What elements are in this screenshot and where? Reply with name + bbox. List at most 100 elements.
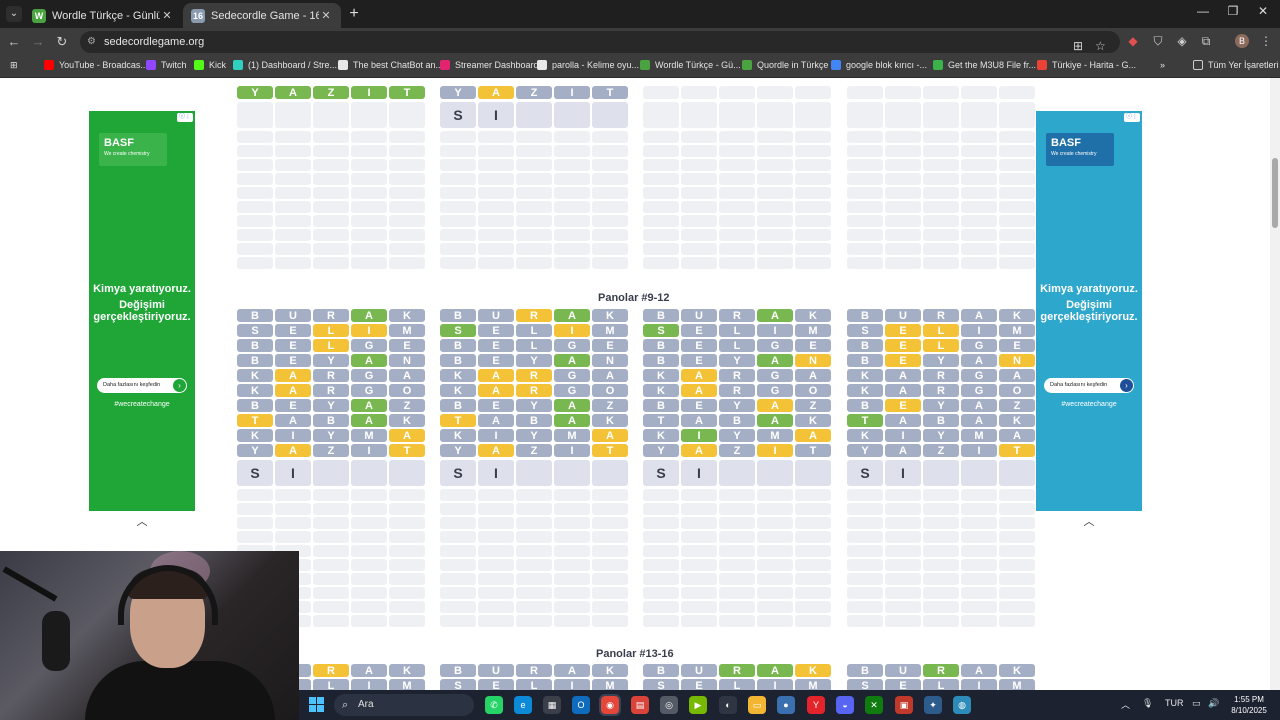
file-explorer-icon[interactable]: ▭ (748, 696, 766, 714)
microphone-icon[interactable]: 🎙 (1142, 698, 1153, 709)
tab-search-button[interactable]: ⌄ (6, 6, 22, 22)
input-tile[interactable] (592, 460, 628, 486)
input-tile[interactable] (757, 460, 793, 486)
diamond-extension-icon[interactable]: ◈ (1174, 34, 1190, 48)
reload-icon[interactable]: ↻ (54, 34, 70, 50)
app-icon-blue[interactable]: ● (777, 696, 795, 714)
extension-icon[interactable]: ◆ (1125, 34, 1141, 48)
close-tab-icon[interactable]: ✕ (319, 9, 333, 22)
ad-info-icon[interactable]: ⓘ⋮ (177, 113, 193, 122)
tab-2[interactable]: 16 Sedecordle Game - 16 Words W✕ (183, 3, 341, 28)
xbox-icon[interactable]: ✕ (865, 696, 883, 714)
input-tile[interactable] (554, 102, 590, 128)
store-icon[interactable]: ▦ (543, 696, 561, 714)
app-icon-gear[interactable]: ✦ (924, 696, 942, 714)
all-bookmarks[interactable]: Tüm Yer İşaretleri (1193, 60, 1279, 70)
bookmark-item[interactable]: (1) Dashboard / Stre... (233, 60, 337, 70)
input-tile[interactable] (313, 460, 349, 486)
taskbar-clock[interactable]: 1:55 PM 8/10/2025 (1224, 694, 1274, 716)
tray-chevron-icon[interactable]: ︿ (1121, 698, 1130, 711)
whatsapp-icon[interactable]: ✆ (485, 696, 503, 714)
display-icon[interactable]: ▭ (1192, 698, 1201, 709)
input-tile[interactable]: I (681, 460, 717, 486)
nvidia-broadcast-icon[interactable]: ◐ (719, 696, 737, 714)
bookmark-item[interactable]: Quordle in Türkçe (742, 60, 828, 70)
close-window-icon[interactable]: ✕ (1248, 4, 1278, 18)
back-icon[interactable]: ← (6, 34, 22, 49)
input-tile[interactable] (795, 460, 831, 486)
input-tile[interactable]: I (478, 460, 514, 486)
input-tile[interactable]: S (440, 460, 476, 486)
input-tile[interactable] (389, 460, 425, 486)
clock-time: 1:55 PM (1234, 695, 1264, 704)
edge-icon[interactable]: e (514, 696, 532, 714)
input-tile[interactable] (516, 460, 552, 486)
input-tile[interactable] (516, 102, 552, 128)
bookmark-item[interactable]: Türkiye - Harita - G... (1037, 60, 1136, 70)
input-tile[interactable] (923, 460, 959, 486)
input-tile[interactable]: S (643, 460, 679, 486)
collapse-ad-right-icon[interactable]: ︿ (1074, 513, 1104, 528)
more-bookmarks-icon[interactable]: » (1160, 60, 1165, 70)
input-tile[interactable] (999, 460, 1035, 486)
profile-avatar[interactable]: B (1235, 34, 1249, 48)
outlook-icon[interactable]: O (572, 696, 590, 714)
collapse-ad-left-icon[interactable]: ︿ (127, 513, 157, 528)
close-tab-icon[interactable]: ✕ (160, 9, 174, 22)
input-tile[interactable]: S (237, 460, 273, 486)
page-scrollbar[interactable] (1270, 78, 1280, 690)
menu-icon[interactable]: ⋮ (1258, 34, 1274, 48)
obs-icon[interactable]: ◎ (660, 696, 678, 714)
input-tile[interactable]: S (440, 102, 476, 128)
app-icon-globe[interactable]: ◍ (953, 696, 971, 714)
ad-info-icon[interactable]: ⓘ⋮ (1124, 113, 1140, 122)
tab-1[interactable]: W Wordle Türkçe - Günlük Kelime✕ (24, 3, 182, 28)
input-tile[interactable] (554, 460, 590, 486)
ad-banner-right[interactable]: ⓘ⋮ BASF We create chemistry Kimya yaratıy… (1036, 111, 1142, 511)
empty-tile (592, 517, 628, 529)
ad-cta-button[interactable]: Daha fazlasını keşfedin › (97, 378, 187, 393)
translate-icon[interactable]: ⊞ (1073, 35, 1083, 57)
language-indicator[interactable]: TUR (1165, 698, 1184, 708)
shield-icon[interactable]: ⛉ (1150, 34, 1166, 49)
bookmark-item[interactable]: google blok kırıcı -... (831, 60, 927, 70)
site-info-icon[interactable]: ⚙ (87, 31, 96, 53)
app-icon-red[interactable]: ▤ (631, 696, 649, 714)
input-tile[interactable] (961, 460, 997, 486)
input-tile[interactable]: I (478, 102, 514, 128)
bookmark-item[interactable]: The best ChatBot an... (338, 60, 443, 70)
bookmark-item[interactable]: Kick (194, 60, 226, 70)
input-tile[interactable]: S (847, 460, 883, 486)
input-tile[interactable]: I (885, 460, 921, 486)
taskbar-search[interactable]: ⌕ Ara (334, 694, 474, 716)
restore-icon[interactable]: ❐ (1218, 4, 1248, 18)
forward-icon[interactable]: → (30, 34, 46, 49)
discord-icon[interactable]: ◒ (836, 696, 854, 714)
input-tile[interactable] (592, 102, 628, 128)
app-icon-badge[interactable]: ▣ (895, 696, 913, 714)
bookmark-star-icon[interactable]: ☆ (1095, 35, 1106, 57)
scrollbar-thumb[interactable] (1272, 158, 1278, 228)
input-tile[interactable] (719, 460, 755, 486)
address-bar[interactable]: ⚙ sedecordlegame.org ⊞ ☆ (80, 31, 1120, 53)
bookmark-item[interactable]: Get the M3U8 File fr... (933, 60, 1036, 70)
bookmark-item[interactable]: parolla - Kelime oyu... (537, 60, 639, 70)
new-tab-button[interactable]: + (345, 5, 363, 23)
volume-icon[interactable]: 🔊 (1208, 698, 1219, 709)
letter-tile: A (961, 664, 997, 677)
bookmark-item[interactable]: Wordle Türkçe - Gü... (640, 60, 741, 70)
bookmark-item[interactable]: Streamer Dashboard (440, 60, 539, 70)
ad-cta-button[interactable]: Daha fazlasını keşfedin › (1044, 378, 1134, 393)
ad-banner-left[interactable]: ⓘ⋮ BASF We create chemistry Kimya yaratıy… (89, 111, 195, 511)
input-tile[interactable]: I (275, 460, 311, 486)
minimize-icon[interactable]: — (1188, 4, 1218, 18)
bookmark-item[interactable]: Twitch (146, 60, 187, 70)
windows-start-icon[interactable] (309, 697, 325, 713)
chrome-icon[interactable]: ◉ (599, 694, 621, 716)
bookmark-item[interactable]: YouTube - Broadcas... (44, 60, 148, 70)
extensions-puzzle-icon[interactable]: ⧉ (1198, 34, 1214, 49)
yandex-icon[interactable]: Y (807, 696, 825, 714)
nvidia-icon[interactable]: ▶ (689, 696, 707, 714)
apps-icon[interactable]: ⊞ (10, 60, 18, 71)
input-tile[interactable] (351, 460, 387, 486)
